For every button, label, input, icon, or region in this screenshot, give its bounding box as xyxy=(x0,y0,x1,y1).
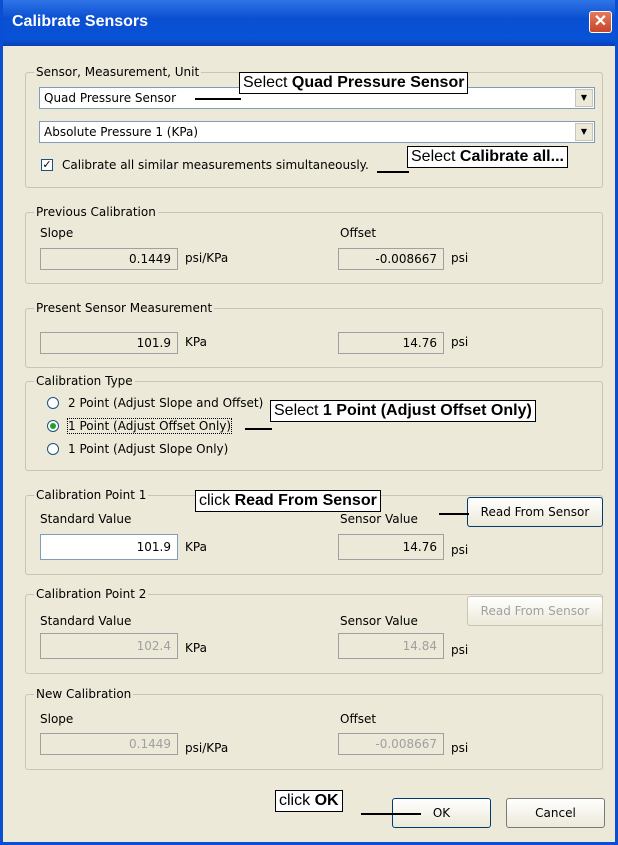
previous-calibration-group: Previous Calibration Slope 0.1449 psi/KP… xyxy=(25,205,603,284)
point2-sensor-unit: psi xyxy=(451,643,469,657)
radio-two-point-label: 2 Point (Adjust Slope and Offset) xyxy=(68,396,264,410)
previous-offset-value: -0.008667 xyxy=(338,248,444,270)
chevron-down-icon: ▼ xyxy=(575,123,593,141)
callout-one-point: Select 1 Point (Adjust Offset Only) xyxy=(270,400,536,422)
point2-standard-value-input: 102.4 xyxy=(40,633,178,659)
new-offset-value: -0.008667 xyxy=(338,733,444,755)
offset-label: Offset xyxy=(340,226,377,240)
offset-unit: psi xyxy=(451,251,469,265)
chevron-down-icon: ▼ xyxy=(575,89,593,107)
callout-leader-line xyxy=(195,98,241,100)
point1-standard-value-input[interactable]: 101.9 xyxy=(40,534,178,560)
calibration-point-2-group: Calibration Point 2 Standard Value 102.4… xyxy=(25,587,603,674)
present-unit-kpa: KPa xyxy=(185,335,207,349)
calibrate-all-checkbox[interactable]: ✓ xyxy=(41,159,53,171)
callout-prefix: Select xyxy=(243,74,292,91)
callout-bold: OK xyxy=(314,792,339,809)
point2-standard-unit: KPa xyxy=(185,641,207,655)
callout-leader-line xyxy=(361,813,421,815)
group-legend: New Calibration xyxy=(34,687,134,701)
callout-leader-line xyxy=(245,428,272,430)
new-slope-value: 0.1449 xyxy=(40,733,178,755)
previous-slope-value: 0.1449 xyxy=(40,248,178,270)
measurement-dropdown[interactable]: Absolute Pressure 1 (KPa) ▼ xyxy=(39,121,595,143)
callout-leader-line xyxy=(377,171,409,173)
new-offset-unit: psi xyxy=(451,741,469,755)
slope-label: Slope xyxy=(40,712,74,726)
new-calibration-group: New Calibration Slope 0.1449 psi/KPa Off… xyxy=(25,687,603,770)
slope-label: Slope xyxy=(40,226,74,240)
group-legend: Calibration Point 2 xyxy=(34,587,149,601)
group-legend: Calibration Type xyxy=(34,374,135,388)
group-legend: Previous Calibration xyxy=(34,205,158,219)
measurement-dropdown-value: Absolute Pressure 1 (KPa) xyxy=(44,125,199,139)
present-value-psi: 14.76 xyxy=(338,332,444,354)
callout-prefix: Select xyxy=(411,148,460,165)
callout-ok: click OK xyxy=(275,790,343,812)
group-legend: Sensor, Measurement, Unit xyxy=(34,65,202,79)
callout-bold: 1 Point (Adjust Offset Only) xyxy=(322,402,532,419)
group-legend: Present Sensor Measurement xyxy=(34,301,215,315)
standard-value-label: Standard Value xyxy=(40,512,132,526)
point1-sensor-unit: psi xyxy=(451,543,469,557)
radio-one-point-offset-label: 1 Point (Adjust Offset Only) xyxy=(66,418,233,434)
standard-value-label: Standard Value xyxy=(40,614,132,628)
new-slope-unit: psi/KPa xyxy=(185,741,229,755)
point1-sensor-value: 14.76 xyxy=(338,534,444,560)
callout-prefix: click xyxy=(199,492,235,509)
radio-one-point-offset[interactable] xyxy=(47,420,59,432)
sensor-dropdown-value: Quad Pressure Sensor xyxy=(44,91,177,105)
callout-prefix: Select xyxy=(274,402,323,419)
radio-one-point-slope[interactable] xyxy=(47,443,59,455)
checkmark-icon: ✓ xyxy=(42,158,52,171)
close-icon: ✕ xyxy=(593,13,608,30)
group-legend: Calibration Point 1 xyxy=(34,488,149,502)
title-bar: Calibrate Sensors ✕ xyxy=(3,0,615,46)
calibrate-all-label: Calibrate all similar measurements simul… xyxy=(62,158,369,172)
callout-select-sensor: Select Quad Pressure Sensor xyxy=(239,72,469,94)
offset-label: Offset xyxy=(340,712,377,726)
callout-calibrate-all: Select Calibrate all... xyxy=(407,146,568,168)
window-title: Calibrate Sensors xyxy=(12,13,149,30)
callout-leader-line xyxy=(439,513,469,515)
calibrate-sensors-dialog: Calibrate Sensors ✕ Sensor, Measurement,… xyxy=(0,0,618,845)
present-value-kpa: 101.9 xyxy=(40,332,178,354)
point1-read-from-sensor-button[interactable]: Read From Sensor xyxy=(467,497,603,527)
present-unit-psi: psi xyxy=(451,335,469,349)
point2-sensor-value: 14.84 xyxy=(338,633,444,659)
callout-read-sensor: click Read From Sensor xyxy=(195,490,381,512)
point1-standard-unit: KPa xyxy=(185,540,207,554)
radio-two-point[interactable] xyxy=(47,397,59,409)
present-measurement-group: Present Sensor Measurement 101.9 KPa 14.… xyxy=(25,301,603,368)
callout-prefix: click xyxy=(279,792,315,809)
callout-bold: Quad Pressure Sensor xyxy=(291,74,465,91)
callout-bold: Read From Sensor xyxy=(234,492,377,509)
slope-unit: psi/KPa xyxy=(185,251,229,265)
radio-one-point-slope-label: 1 Point (Adjust Slope Only) xyxy=(68,442,229,456)
sensor-value-label: Sensor Value xyxy=(340,614,418,628)
point2-read-from-sensor-button: Read From Sensor xyxy=(467,596,603,626)
sensor-value-label: Sensor Value xyxy=(340,512,418,526)
cancel-button[interactable]: Cancel xyxy=(506,798,605,828)
callout-bold: Calibrate all... xyxy=(459,148,564,165)
close-button[interactable]: ✕ xyxy=(589,11,612,33)
calibration-type-group: Calibration Type 2 Point (Adjust Slope a… xyxy=(25,374,603,471)
